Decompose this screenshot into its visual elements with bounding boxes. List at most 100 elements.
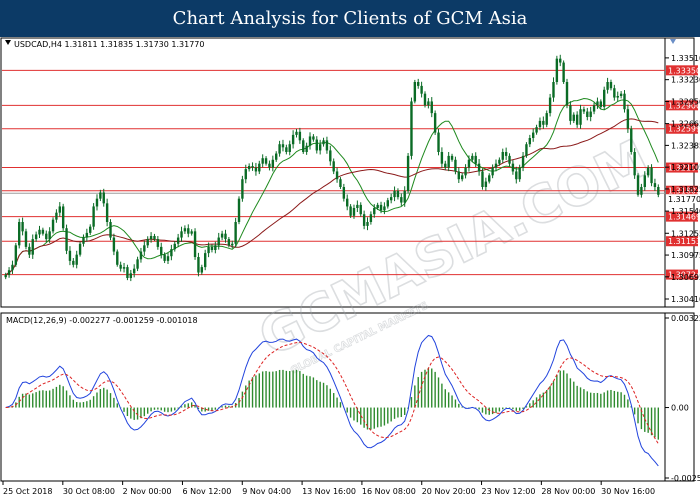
candle-body: [28, 246, 31, 255]
candle-body: [132, 268, 136, 274]
candle-body: [335, 171, 339, 180]
candle-body: [325, 140, 329, 151]
candle-body: [190, 231, 193, 234]
candle-body: [646, 167, 650, 176]
candle-body: [491, 167, 494, 176]
candle-body: [261, 158, 264, 164]
time-tick-label: 20 Nov 20:00: [422, 487, 476, 496]
candle-body: [139, 251, 143, 260]
candle-body: [55, 212, 58, 220]
candle-body: [552, 82, 555, 98]
time-tick-label: 2 Nov 00:00: [123, 487, 172, 496]
candle-body: [322, 140, 325, 145]
candle-body: [187, 228, 190, 234]
candle-body: [440, 152, 444, 164]
candle-body: [603, 89, 606, 107]
candle-body: [437, 132, 440, 152]
time-tick-label: 13 Nov 16:00: [302, 487, 356, 496]
candle-body: [237, 198, 241, 222]
candle-body: [193, 231, 197, 257]
candle-body: [51, 219, 55, 232]
candle-body: [258, 163, 261, 172]
price-tick-label: 1.33510: [671, 54, 700, 63]
candle-body: [545, 113, 548, 125]
candle-body: [569, 105, 572, 121]
chart-title: Chart Analysis for Clients of GCM Asia: [172, 8, 528, 29]
price-tick-label: 1.31825: [671, 185, 700, 194]
candle-body: [207, 246, 210, 254]
candle-body: [542, 120, 545, 125]
candle-body: [315, 139, 318, 151]
candle-body: [349, 206, 352, 216]
time-tick-label: 25 Oct 2018: [3, 487, 52, 496]
candle-body: [467, 159, 471, 168]
candle-body: [420, 85, 423, 94]
candle-body: [582, 109, 586, 112]
macd-tick-label: 0.003223: [671, 314, 700, 323]
candle-body: [156, 239, 160, 247]
candle-body: [579, 109, 582, 125]
candle-body: [102, 192, 105, 204]
candle-body: [484, 181, 488, 187]
candle-body: [291, 134, 295, 145]
candle-body: [82, 237, 85, 244]
candle-body: [318, 144, 322, 151]
candle-body: [396, 190, 400, 198]
candle-body: [376, 204, 379, 208]
candle-body: [626, 109, 630, 129]
candle-body: [11, 264, 14, 271]
candle-body: [369, 214, 373, 222]
candle-body: [444, 163, 447, 168]
candle-body: [586, 111, 589, 117]
candle-body: [268, 163, 271, 168]
candle-body: [609, 82, 613, 89]
candle-body: [508, 155, 511, 164]
candle-body: [176, 237, 180, 244]
macd-tick-label: -0.002536: [671, 474, 700, 483]
candle-body: [518, 167, 521, 180]
candle-body: [153, 236, 156, 240]
candle-body: [122, 267, 126, 269]
candle-body: [281, 144, 285, 148]
candle-body: [423, 93, 427, 106]
candle-body: [136, 259, 139, 269]
candle-body: [575, 114, 579, 125]
time-tick-label: 30 Nov 16:00: [601, 487, 655, 496]
candle-body: [170, 249, 173, 257]
candle-body: [99, 192, 102, 199]
candle-body: [92, 206, 95, 227]
candle-body: [572, 114, 575, 121]
candle-body: [4, 274, 7, 278]
candle-body: [352, 208, 356, 216]
title-banner: Chart Analysis for Clients of GCM Asia: [0, 0, 700, 37]
candle-body: [105, 203, 109, 222]
candle-body: [339, 179, 342, 187]
candle-body: [528, 138, 532, 145]
candle-body: [180, 231, 183, 238]
candle-body: [613, 88, 616, 98]
candle-body: [24, 231, 28, 247]
candle-body: [504, 152, 508, 156]
level-label: 1.31153: [668, 237, 700, 246]
price-tick-label: 1.32385: [671, 141, 700, 150]
price-tick-label: 1.30695: [671, 273, 700, 282]
macd-tick-label: 0.00: [671, 404, 689, 413]
candle-body: [143, 245, 146, 252]
candle-body: [251, 166, 254, 168]
candle-body: [488, 175, 491, 182]
candle-body: [427, 101, 430, 106]
candle-body: [217, 237, 220, 246]
price-tick-label: 1.31255: [671, 229, 700, 238]
price-tick-label: 1.32665: [671, 120, 700, 129]
candle-body: [302, 140, 305, 152]
candle-body: [413, 82, 417, 102]
candle-body: [21, 222, 24, 232]
candle-body: [346, 198, 349, 207]
price-header: USDCAD,H4 1.31811 1.31835 1.31730 1.3177…: [14, 40, 204, 49]
candle-body: [116, 251, 119, 265]
candle-body: [447, 155, 450, 168]
candle-body: [389, 197, 393, 201]
candle-body: [58, 206, 61, 213]
candle-body: [200, 267, 204, 273]
candle-body: [18, 222, 21, 246]
